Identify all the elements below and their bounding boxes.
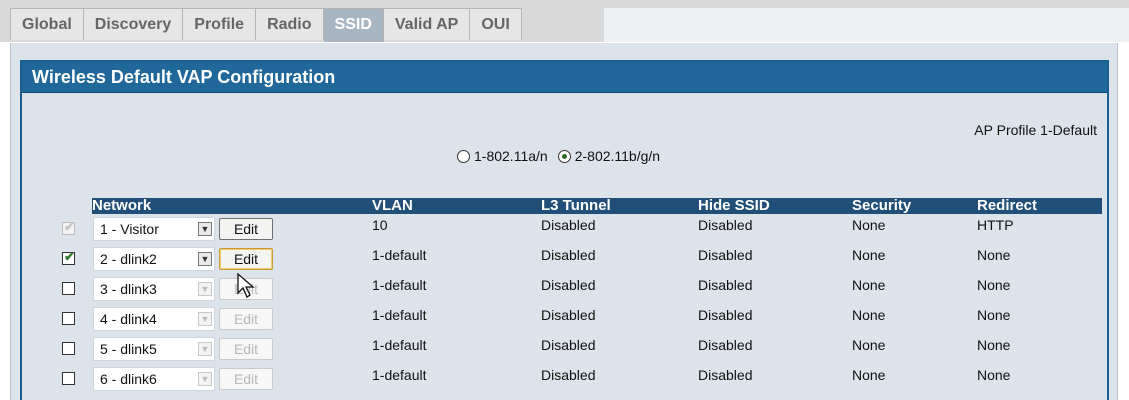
- vap-config-box: Wireless Default VAP Configuration AP Pr…: [20, 60, 1109, 400]
- cell-l3tunnel: Disabled: [541, 367, 596, 383]
- cell-hidessid: Disabled: [698, 307, 753, 323]
- chevron-down-icon[interactable]: ▼: [198, 222, 212, 236]
- cell-hidessid: Disabled: [698, 367, 753, 383]
- network-name: 2 - dlink2: [100, 251, 157, 267]
- cell-security: None: [852, 217, 886, 233]
- radio-option-1[interactable]: 1-802.11a/n: [457, 148, 548, 164]
- row-checkbox[interactable]: [62, 342, 75, 355]
- table-row: 3 - dlink3▼Edit1-defaultDisabledDisabled…: [22, 277, 1122, 307]
- header-l3-tunnel: L3 Tunnel: [541, 197, 611, 214]
- network-name: 6 - dlink6: [100, 371, 157, 387]
- cell-vlan: 1-default: [372, 277, 427, 293]
- cell-l3tunnel: Disabled: [541, 247, 596, 263]
- cell-security: None: [852, 277, 886, 293]
- row-checkbox[interactable]: ✔: [62, 249, 75, 265]
- cell-redirect: None: [977, 277, 1011, 293]
- header-hide-ssid: Hide SSID: [698, 197, 770, 214]
- table-header: Network VLAN L3 Tunnel Hide SSID Securit…: [92, 197, 1102, 214]
- tab-strip: Global Discovery Profile Radio SSID Valid AP O…: [10, 8, 522, 42]
- network-name: 3 - dlink3: [100, 281, 157, 297]
- network-select: 3 - dlink3: [93, 277, 215, 301]
- tab-valid-ap[interactable]: Valid AP: [383, 8, 471, 40]
- cell-redirect: HTTP: [977, 217, 1014, 233]
- cell-security: None: [852, 337, 886, 353]
- network-select: 6 - dlink6: [93, 367, 215, 391]
- cell-l3tunnel: Disabled: [541, 277, 596, 293]
- network-name: 4 - dlink4: [100, 311, 157, 327]
- cell-vlan: 1-default: [372, 247, 427, 263]
- panel-title: Wireless Default VAP Configuration: [22, 62, 1107, 93]
- tab-bar-spacer: [604, 8, 1129, 42]
- edit-button: Edit: [219, 338, 273, 360]
- chevron-down-icon[interactable]: ▼: [198, 252, 212, 266]
- cell-vlan: 1-default: [372, 307, 427, 323]
- cell-redirect: None: [977, 367, 1011, 383]
- cell-redirect: None: [977, 247, 1011, 263]
- edit-button: Edit: [219, 368, 273, 390]
- tab-oui[interactable]: OUI: [470, 8, 522, 40]
- table-row: 5 - dlink5 ▼ Edit 1-default Disabled Disabled…: [22, 337, 1122, 367]
- tab-ssid[interactable]: SSID: [323, 8, 384, 42]
- header-redirect: Redirect: [977, 197, 1038, 214]
- mouse-pointer-icon: [237, 272, 255, 298]
- cell-hidessid: Disabled: [698, 217, 753, 233]
- table-row: ✔ 2 - dlink2 ▼ Edit 1-default Disabled Disable…: [22, 247, 1122, 277]
- row-checkbox[interactable]: [62, 282, 75, 295]
- tab-profile[interactable]: Profile: [183, 8, 257, 40]
- radio-button[interactable]: [457, 149, 470, 163]
- network-name: 1 - Visitor: [100, 221, 159, 237]
- cell-redirect: None: [977, 337, 1011, 353]
- edit-button: Edit: [219, 308, 273, 330]
- table-row: ✔ 1 - Visitor ▼ Edit 10 Disabled Disabled None H…: [22, 217, 1122, 247]
- cell-l3tunnel: Disabled: [541, 217, 596, 233]
- table-row: 4 - dlink4 ▼ Edit 1-default Disabled Disabled…: [22, 307, 1122, 337]
- chevron-down-icon: ▼: [198, 282, 212, 296]
- cell-l3tunnel: Disabled: [541, 307, 596, 323]
- cell-hidessid: Disabled: [698, 337, 753, 353]
- network-select[interactable]: 1 - Visitor: [93, 217, 215, 241]
- chevron-down-icon: ▼: [198, 372, 212, 386]
- cell-security: None: [852, 367, 886, 383]
- tab-global[interactable]: Global: [10, 8, 84, 40]
- cell-hidessid: Disabled: [698, 247, 753, 263]
- edit-button[interactable]: Edit: [219, 248, 273, 270]
- cell-redirect: None: [977, 307, 1011, 323]
- radio-button[interactable]: [557, 149, 571, 163]
- header-security: Security: [852, 197, 912, 214]
- cell-vlan: 1-default: [372, 337, 427, 353]
- cell-security: None: [852, 307, 886, 323]
- chevron-down-icon: ▼: [198, 312, 212, 326]
- header-network: Network: [92, 197, 152, 214]
- cell-l3tunnel: Disabled: [541, 337, 596, 353]
- chevron-down-icon: ▼: [198, 342, 212, 356]
- config-panel: Wireless Default VAP Configuration AP Pr…: [10, 43, 1118, 400]
- ap-profile-label: AP Profile 1-Default: [974, 122, 1097, 138]
- tab-radio[interactable]: Radio: [256, 8, 324, 40]
- cell-vlan: 10: [372, 217, 388, 233]
- radio-group: 1-802.11a/n 2-802.11b/g/n: [457, 148, 670, 164]
- cell-vlan: 1-default: [372, 367, 427, 383]
- checkmark-icon: ✔: [64, 249, 75, 264]
- network-name: 5 - dlink5: [100, 341, 157, 357]
- network-select[interactable]: 2 - dlink2: [93, 247, 215, 271]
- row-checkbox[interactable]: [62, 312, 75, 325]
- cell-security: None: [852, 247, 886, 263]
- network-select: 5 - dlink5: [93, 337, 215, 361]
- radio-option-2[interactable]: 2-802.11b/g/n: [557, 148, 661, 164]
- radio-label: 2-802.11b/g/n: [574, 148, 661, 164]
- row-checkbox[interactable]: [62, 372, 75, 385]
- network-select: 4 - dlink4: [93, 307, 215, 331]
- header-vlan: VLAN: [372, 197, 413, 214]
- tab-discovery[interactable]: Discovery: [83, 8, 184, 40]
- cell-hidessid: Disabled: [698, 277, 753, 293]
- table-row: 6 - dlink6 ▼ Edit 1-default Disabled Disabled…: [22, 367, 1122, 397]
- radio-label: 1-802.11a/n: [474, 148, 548, 164]
- edit-button[interactable]: Edit: [219, 218, 273, 240]
- row-checkbox: ✔: [62, 219, 75, 235]
- tab-bar: Global Discovery Profile Radio SSID Valid AP O…: [0, 0, 1129, 42]
- checkmark-icon: ✔: [64, 219, 75, 234]
